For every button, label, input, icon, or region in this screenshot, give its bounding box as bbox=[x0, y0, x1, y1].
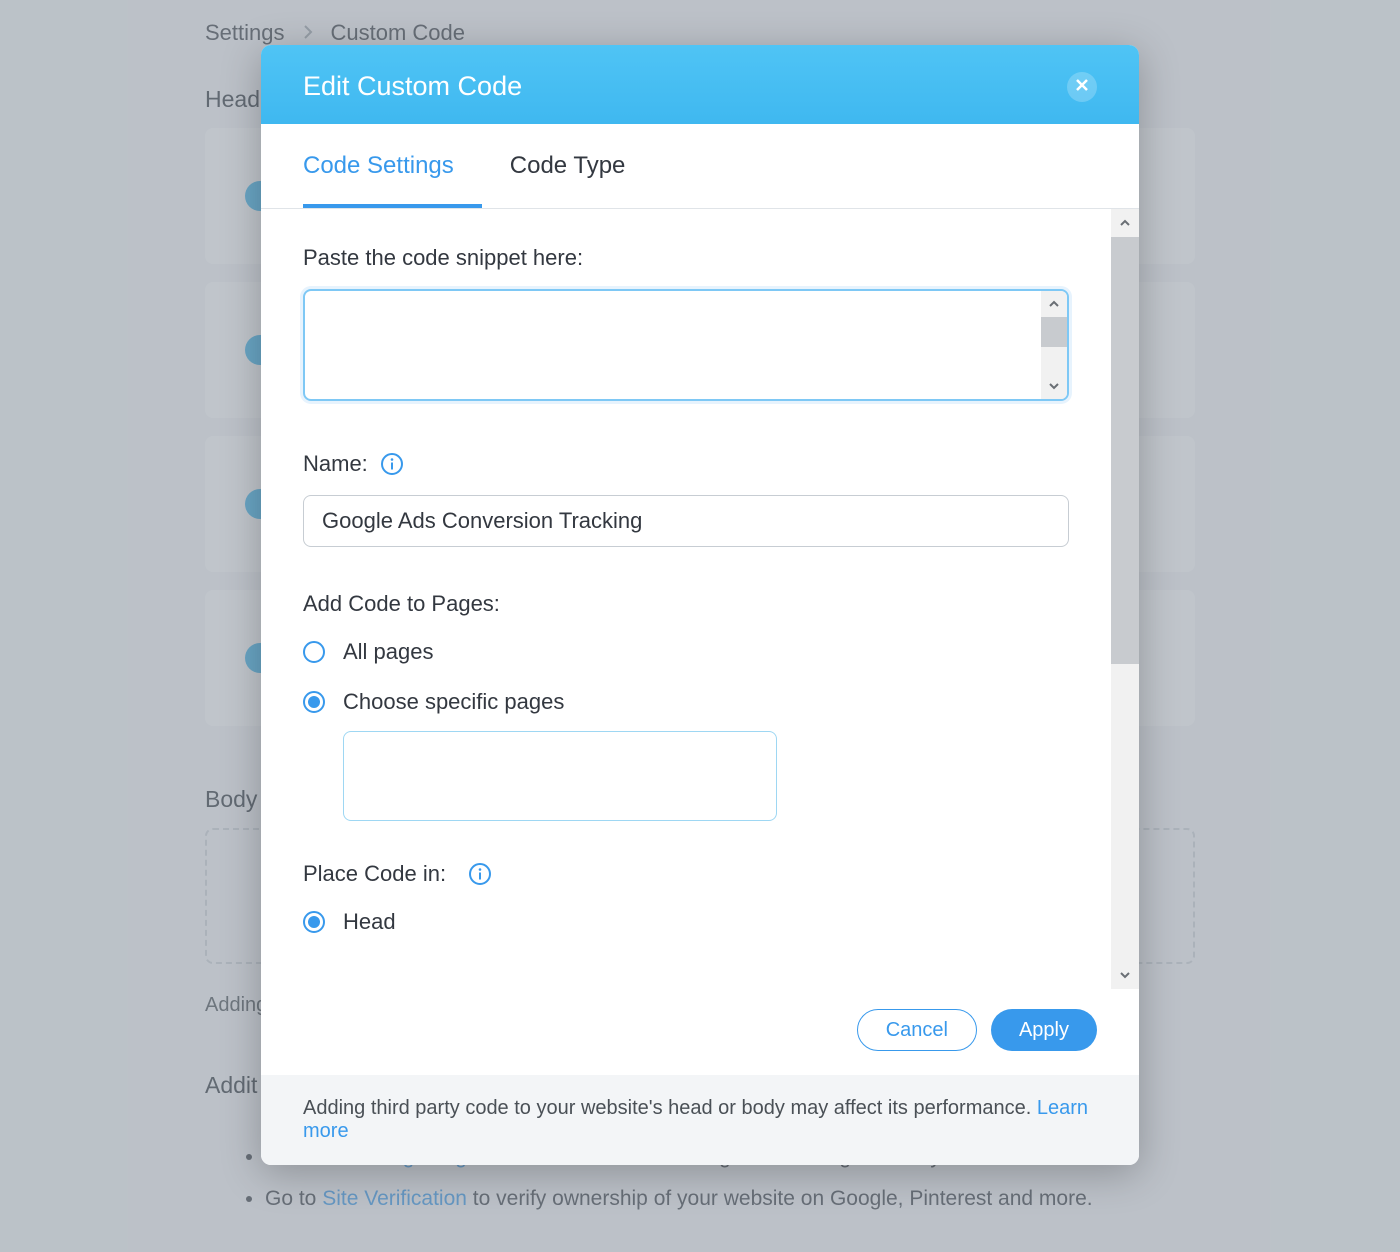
modal-tabs: Code Settings Code Type bbox=[261, 124, 1139, 209]
scroll-down-icon[interactable] bbox=[1041, 373, 1067, 399]
close-button[interactable] bbox=[1067, 72, 1097, 102]
radio-head[interactable]: Head bbox=[303, 909, 1069, 935]
scroll-up-icon[interactable] bbox=[1041, 291, 1067, 317]
radio-icon bbox=[303, 641, 325, 663]
code-textarea-container bbox=[303, 289, 1069, 401]
modal-body: Paste the code snippet here: Name: bbox=[261, 209, 1111, 989]
radio-label: All pages bbox=[343, 639, 434, 665]
radio-label: Choose specific pages bbox=[343, 689, 564, 715]
radio-all-pages[interactable]: All pages bbox=[303, 639, 1069, 665]
apply-button[interactable]: Apply bbox=[991, 1009, 1097, 1051]
modal-actions: Cancel Apply bbox=[261, 989, 1139, 1075]
tab-code-settings[interactable]: Code Settings bbox=[303, 124, 482, 208]
radio-icon bbox=[303, 911, 325, 933]
pages-radio-group: All pages Choose specific pages bbox=[303, 639, 1069, 821]
place-code-label-row: Place Code in: bbox=[303, 861, 1069, 887]
scroll-up-icon[interactable] bbox=[1111, 209, 1139, 237]
radio-icon bbox=[303, 691, 325, 713]
add-code-pages-label: Add Code to Pages: bbox=[303, 591, 1069, 617]
modal-scrollbar[interactable] bbox=[1111, 209, 1139, 989]
info-icon[interactable] bbox=[468, 862, 492, 886]
modal-title: Edit Custom Code bbox=[303, 71, 522, 102]
name-label: Name: bbox=[303, 451, 368, 477]
textarea-scrollbar[interactable] bbox=[1041, 291, 1067, 399]
info-icon[interactable] bbox=[380, 452, 404, 476]
footer-text: Adding third party code to your website'… bbox=[303, 1097, 1037, 1119]
close-icon bbox=[1076, 78, 1088, 96]
name-input[interactable] bbox=[303, 495, 1069, 547]
specific-pages-input[interactable] bbox=[343, 731, 777, 821]
code-snippet-textarea[interactable] bbox=[305, 291, 1041, 399]
scroll-down-icon[interactable] bbox=[1111, 961, 1139, 989]
modal-header: Edit Custom Code bbox=[261, 45, 1139, 124]
cancel-button[interactable]: Cancel bbox=[857, 1009, 977, 1051]
scrollbar-track[interactable] bbox=[1111, 237, 1139, 961]
radio-label: Head bbox=[343, 909, 396, 935]
place-code-label: Place Code in: bbox=[303, 861, 446, 887]
name-label-row: Name: bbox=[303, 451, 1069, 477]
scrollbar-track[interactable] bbox=[1041, 347, 1067, 373]
radio-specific-pages[interactable]: Choose specific pages bbox=[303, 689, 1069, 715]
scrollbar-thumb[interactable] bbox=[1041, 317, 1067, 347]
modal-footer-note: Adding third party code to your website'… bbox=[261, 1075, 1139, 1165]
tab-code-type[interactable]: Code Type bbox=[510, 124, 654, 208]
paste-code-label: Paste the code snippet here: bbox=[303, 245, 1069, 271]
edit-custom-code-modal: Edit Custom Code Code Settings Code Type… bbox=[261, 45, 1139, 1165]
scrollbar-thumb[interactable] bbox=[1111, 237, 1139, 664]
